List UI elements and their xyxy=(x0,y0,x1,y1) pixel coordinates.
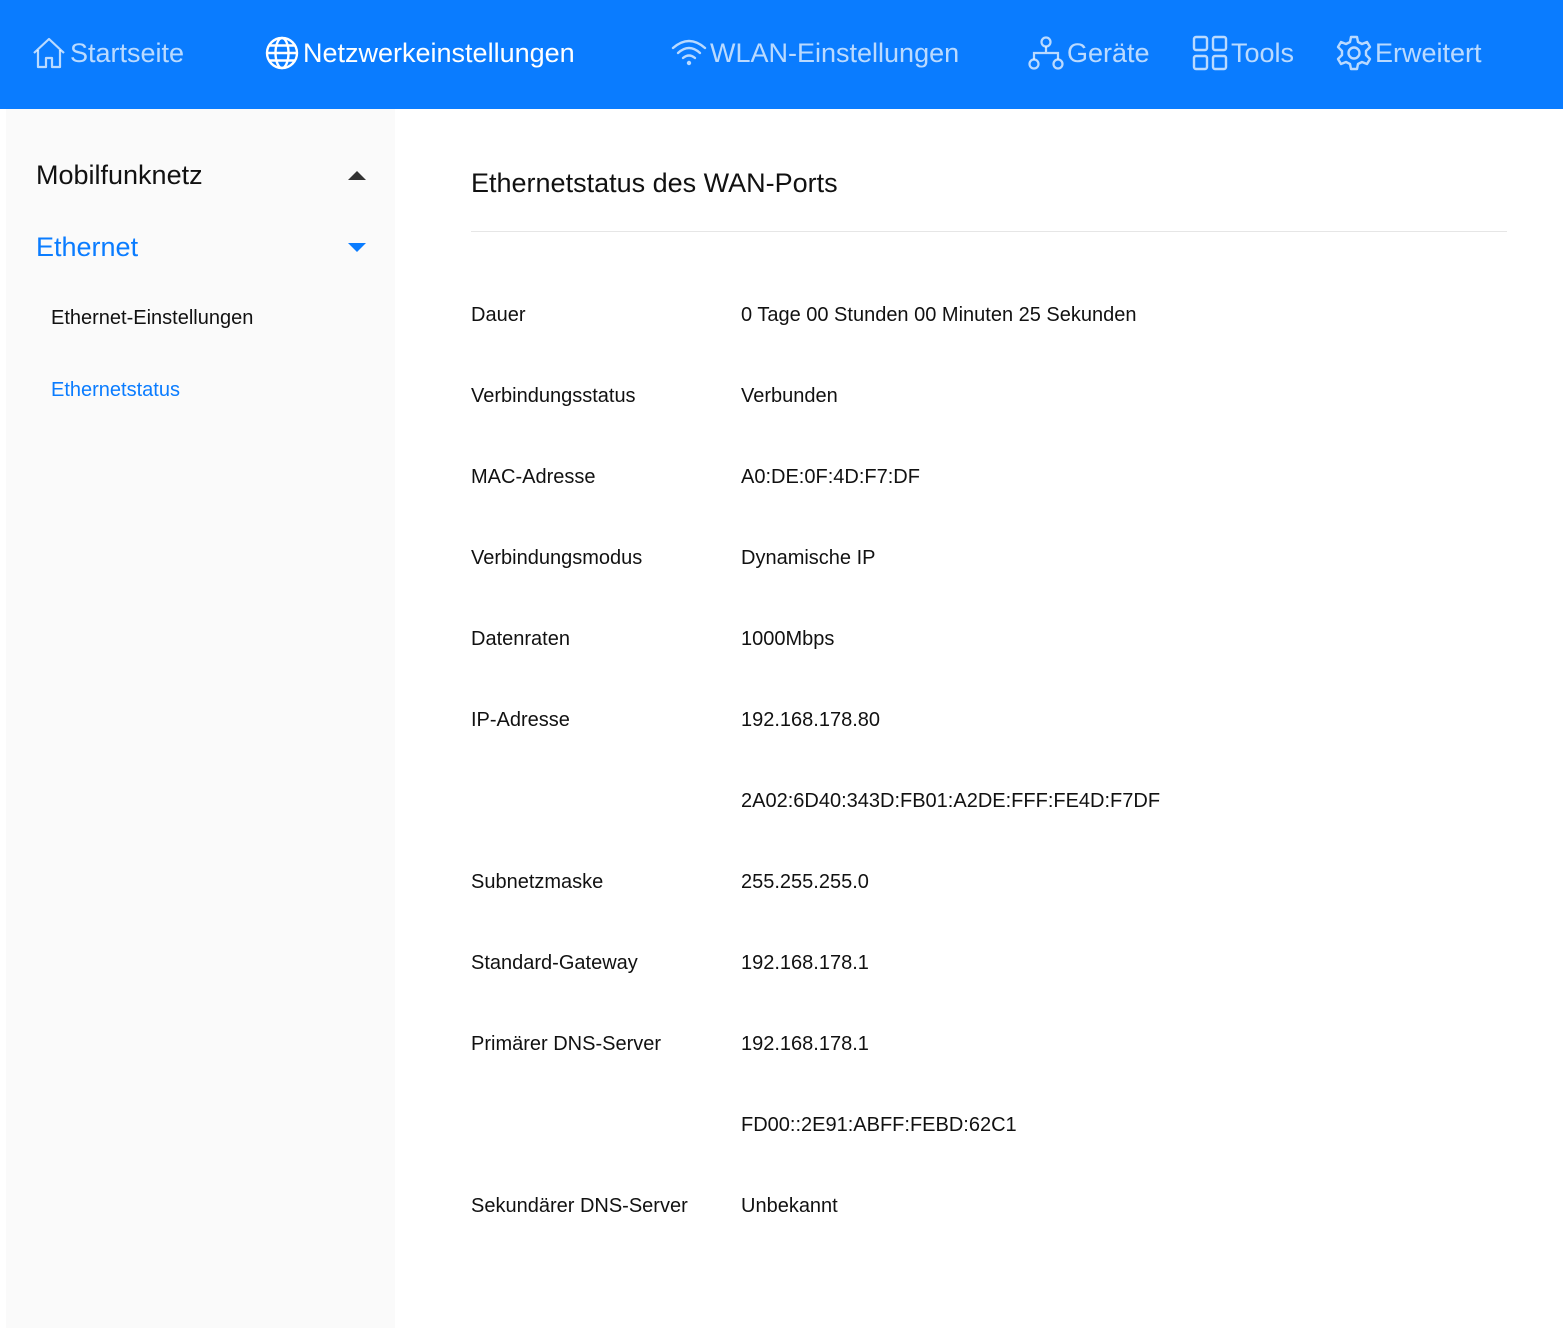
chevron-down-icon xyxy=(348,242,366,252)
grid-icon xyxy=(1191,34,1229,72)
nav-erweitert[interactable]: Erweitert xyxy=(1335,33,1482,73)
row-key: Sekundärer DNS-Server xyxy=(471,1195,688,1217)
sidebar-group-label: Ethernet xyxy=(36,231,139,262)
chevron-up-icon xyxy=(348,170,366,180)
nav-startseite[interactable]: Startseite xyxy=(30,33,184,73)
sidebar-group-label: Mobilfunknetz xyxy=(36,159,203,190)
table-row: Verbindungsmodus Dynamische IP xyxy=(0,547,1563,577)
nav-label: Startseite xyxy=(70,37,185,68)
sidebar-group-mobilfunknetz[interactable]: Mobilfunknetz xyxy=(36,155,366,195)
home-icon xyxy=(30,34,68,72)
row-value: 1000Mbps xyxy=(741,628,835,650)
nav-label: Tools xyxy=(1231,37,1295,68)
row-value: 255.255.255.0 xyxy=(741,871,869,893)
table-row: Subnetzmaske 255.255.255.0 xyxy=(0,871,1563,901)
table-row: Primärer DNS-Server 192.168.178.1 xyxy=(0,1033,1563,1063)
row-value: 0 Tage 00 Stunden 00 Minuten 25 Sekunden xyxy=(741,304,1137,326)
table-row: Sekundärer DNS-Server Unbekannt xyxy=(0,1195,1563,1225)
table-row: FD00::2E91:ABFF:FEBD:62C1 xyxy=(0,1114,1563,1144)
row-value: 192.168.178.80 xyxy=(741,709,881,731)
nav-label: Geräte xyxy=(1067,37,1150,68)
wifi-icon xyxy=(670,34,708,72)
devices-icon xyxy=(1027,34,1065,72)
row-key: Standard-Gateway xyxy=(471,952,638,974)
gear-icon xyxy=(1335,34,1373,72)
row-value: Unbekannt xyxy=(741,1195,838,1217)
table-row: Datenraten 1000Mbps xyxy=(0,628,1563,658)
row-key: Datenraten xyxy=(471,628,570,650)
row-key: MAC-Adresse xyxy=(471,466,596,488)
nav-geraete[interactable]: Geräte xyxy=(1027,33,1150,73)
row-value: A0:DE:0F:4D:F7:DF xyxy=(741,466,920,488)
page-title: Ethernetstatus des WAN-Ports xyxy=(471,168,838,198)
row-key: Primärer DNS-Server xyxy=(471,1033,662,1055)
row-key: Dauer xyxy=(471,304,526,326)
table-row: MAC-Adresse A0:DE:0F:4D:F7:DF xyxy=(0,466,1563,496)
nav-label: Erweitert xyxy=(1375,37,1482,68)
divider xyxy=(471,231,1507,232)
table-row: Dauer 0 Tage 00 Stunden 00 Minuten 25 Se… xyxy=(0,304,1563,334)
nav-tools[interactable]: Tools xyxy=(1191,33,1294,73)
table-row: Verbindungsstatus Verbunden xyxy=(0,385,1563,415)
row-value: 192.168.178.1 xyxy=(741,952,869,974)
nav-netzwerkeinstellungen[interactable]: Netzwerkeinstellungen xyxy=(263,33,575,73)
sidebar-group-ethernet[interactable]: Ethernet xyxy=(36,227,366,267)
row-key: Subnetzmaske xyxy=(471,871,604,893)
table-row: IP-Adresse 192.168.178.80 xyxy=(0,709,1563,739)
row-value: Verbunden xyxy=(741,385,838,407)
nav-label: Netzwerkeinstellungen xyxy=(303,37,575,68)
row-value: 192.168.178.1 xyxy=(741,1033,869,1055)
row-value: Dynamische IP xyxy=(741,547,876,569)
row-key: Verbindungsstatus xyxy=(471,385,636,407)
row-key: IP-Adresse xyxy=(471,709,570,731)
top-navigation-bar: Startseite Netzwerkeinstellungen WLAN-Ei… xyxy=(0,0,1563,109)
table-row: 2A02:6D40:343D:FB01:A2DE:FFF:FE4D:F7DF xyxy=(0,790,1563,820)
nav-wlan-einstellungen[interactable]: WLAN-Einstellungen xyxy=(670,33,959,73)
nav-label: WLAN-Einstellungen xyxy=(710,37,960,68)
row-key: Verbindungsmodus xyxy=(471,547,643,569)
globe-icon xyxy=(263,34,301,72)
table-row: Standard-Gateway 192.168.178.1 xyxy=(0,952,1563,982)
row-value: FD00::2E91:ABFF:FEBD:62C1 xyxy=(741,1114,1017,1136)
row-value: 2A02:6D40:343D:FB01:A2DE:FFF:FE4D:F7DF xyxy=(741,790,1161,812)
